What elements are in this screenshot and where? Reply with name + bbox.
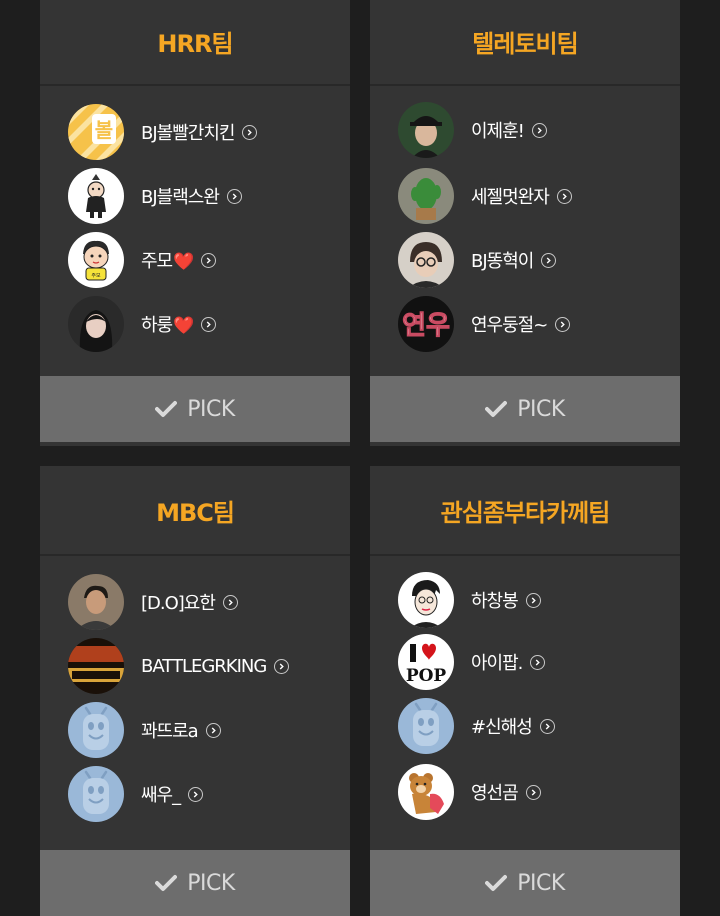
check-icon bbox=[155, 400, 178, 418]
svg-text:볼: 볼 bbox=[95, 118, 113, 142]
member-name: BJ블랙스완 bbox=[141, 187, 220, 208]
member-item[interactable]: 하창봉 bbox=[398, 572, 541, 628]
member-name: 하룽❤️ bbox=[141, 315, 194, 336]
arrow-right-circle-icon[interactable] bbox=[525, 592, 541, 608]
arrow-right-circle-icon[interactable] bbox=[201, 316, 217, 332]
svg-text:주모: 주모 bbox=[91, 273, 101, 279]
arrow-right-circle-icon[interactable] bbox=[531, 122, 547, 138]
team-header: MBC팀 bbox=[40, 466, 350, 556]
team-card-teletubbies: 텔레토비팀 이제훈! 세젤멋완자 BJ똥혁이 연우 연우둥절~ PICK bbox=[370, 0, 680, 446]
default-tv-avatar bbox=[68, 702, 124, 758]
team-title: 텔레토비팀 bbox=[472, 29, 578, 58]
arrow-right-circle-icon[interactable] bbox=[201, 252, 217, 268]
glasses-man-photo-avatar bbox=[398, 232, 454, 288]
arrow-right-circle-icon[interactable] bbox=[555, 316, 571, 332]
member-item[interactable]: 주모 주모❤️ bbox=[68, 232, 217, 288]
default-tv-avatar bbox=[398, 698, 454, 754]
member-item[interactable]: #신해성 bbox=[398, 698, 555, 754]
arrow-right-circle-icon[interactable] bbox=[556, 188, 572, 204]
team-title: MBC팀 bbox=[156, 498, 235, 527]
pick-button[interactable]: PICK bbox=[370, 850, 680, 916]
svg-text:연우: 연우 bbox=[402, 311, 450, 341]
man-photo-avatar bbox=[68, 574, 124, 630]
pick-label: PICK bbox=[517, 870, 565, 896]
member-list: 볼 BJ볼빨간치킨 BJ블랙스완 주모 주모❤️ 하룽❤️ bbox=[40, 86, 350, 376]
arrow-right-circle-icon[interactable] bbox=[205, 722, 221, 738]
member-item[interactable]: 세젤멋완자 bbox=[398, 168, 572, 224]
cap-man-photo-avatar bbox=[398, 102, 454, 158]
bear-illustration-avatar bbox=[398, 764, 454, 820]
member-item[interactable]: 꽈뜨로a bbox=[68, 702, 221, 758]
cactus-avatar bbox=[398, 168, 454, 224]
pick-button[interactable]: PICK bbox=[40, 376, 350, 442]
swan-cartoon-avatar bbox=[68, 168, 124, 224]
member-item[interactable]: 하룽❤️ bbox=[68, 296, 217, 352]
arrow-right-circle-icon[interactable] bbox=[274, 658, 290, 674]
member-name: 하창봉 bbox=[471, 591, 519, 612]
i-love-pop-avatar: POP bbox=[398, 634, 454, 690]
check-icon bbox=[155, 874, 178, 892]
arrow-right-circle-icon[interactable] bbox=[188, 786, 204, 802]
member-item[interactable]: 이제훈! bbox=[398, 102, 547, 158]
team-header: 관심좀부타카께팀 bbox=[370, 466, 680, 556]
arrow-right-circle-icon[interactable] bbox=[530, 654, 546, 670]
member-item[interactable]: 연우 연우둥절~ bbox=[398, 296, 571, 352]
bol-logo-avatar: 볼 bbox=[68, 104, 124, 160]
yeonu-text-avatar: 연우 bbox=[398, 296, 454, 352]
member-name: BJ볼빨간치킨 bbox=[141, 123, 235, 144]
pick-label: PICK bbox=[187, 870, 235, 896]
member-name: BJ똥혁이 bbox=[471, 251, 534, 272]
battlegrounds-avatar bbox=[68, 638, 124, 694]
member-item[interactable]: POP 아이팝. bbox=[398, 634, 546, 690]
pop-logo-text: POP bbox=[406, 666, 447, 686]
member-name: 연우둥절~ bbox=[471, 315, 548, 336]
member-item[interactable]: 쌔우_ bbox=[68, 766, 204, 822]
member-name: 주모❤️ bbox=[141, 251, 194, 272]
member-item[interactable]: 영선곰 bbox=[398, 764, 541, 820]
pick-button[interactable]: PICK bbox=[370, 376, 680, 442]
team-card-gwansim: 관심좀부타카께팀 하창봉 POP 아이팝. #신해성 영선곰 PICK bbox=[370, 466, 680, 916]
girl-photo-avatar bbox=[68, 296, 124, 352]
member-name: 세젤멋완자 bbox=[471, 187, 550, 208]
team-card-hrr: HRR팀 볼 BJ볼빨간치킨 BJ블랙스완 주모 주모❤️ 하룽❤️ PICK bbox=[40, 0, 350, 446]
check-icon bbox=[485, 400, 508, 418]
member-name: 이제훈! bbox=[471, 121, 525, 142]
pick-label: PICK bbox=[517, 396, 565, 422]
heart-icon: ❤️ bbox=[173, 316, 194, 336]
pick-label: PICK bbox=[187, 396, 235, 422]
member-list: [D.O]요한 BATTLEGRKING 꽈뜨로a 쌔우_ bbox=[40, 556, 350, 850]
member-list: 이제훈! 세젤멋완자 BJ똥혁이 연우 연우둥절~ bbox=[370, 86, 680, 376]
arrow-right-circle-icon[interactable] bbox=[539, 718, 555, 734]
member-name: [D.O]요한 bbox=[141, 593, 216, 614]
team-title: 관심좀부타카께팀 bbox=[440, 498, 611, 527]
member-list: 하창봉 POP 아이팝. #신해성 영선곰 bbox=[370, 556, 680, 850]
team-title: HRR팀 bbox=[157, 29, 233, 58]
member-item[interactable]: 볼 BJ볼빨간치킨 bbox=[68, 104, 258, 160]
check-icon bbox=[485, 874, 508, 892]
member-name: #신해성 bbox=[471, 717, 533, 738]
cartoon-boy-avatar: 주모 bbox=[68, 232, 124, 288]
member-item[interactable]: BATTLEGRKING bbox=[68, 638, 290, 694]
member-item[interactable]: [D.O]요한 bbox=[68, 574, 238, 630]
member-name: 영선곰 bbox=[471, 783, 519, 804]
member-item[interactable]: BJ블랙스완 bbox=[68, 168, 242, 224]
member-item[interactable]: BJ똥혁이 bbox=[398, 232, 557, 288]
heart-icon: ❤️ bbox=[173, 252, 194, 272]
sketch-face-avatar bbox=[398, 572, 454, 628]
arrow-right-circle-icon[interactable] bbox=[525, 784, 541, 800]
arrow-right-circle-icon[interactable] bbox=[541, 252, 557, 268]
team-header: HRR팀 bbox=[40, 0, 350, 86]
member-name: BATTLEGRKING bbox=[141, 655, 267, 677]
team-header: 텔레토비팀 bbox=[370, 0, 680, 86]
default-tv-avatar bbox=[68, 766, 124, 822]
team-card-mbc: MBC팀 [D.O]요한 BATTLEGRKING 꽈뜨로a 쌔우_ PICK bbox=[40, 466, 350, 916]
pick-button[interactable]: PICK bbox=[40, 850, 350, 916]
member-name: 꽈뜨로a bbox=[141, 721, 199, 742]
arrow-right-circle-icon[interactable] bbox=[222, 594, 238, 610]
arrow-right-circle-icon[interactable] bbox=[242, 124, 258, 140]
arrow-right-circle-icon[interactable] bbox=[226, 188, 242, 204]
member-name: 쌔우_ bbox=[141, 785, 181, 806]
member-name: 아이팝. bbox=[471, 653, 523, 674]
